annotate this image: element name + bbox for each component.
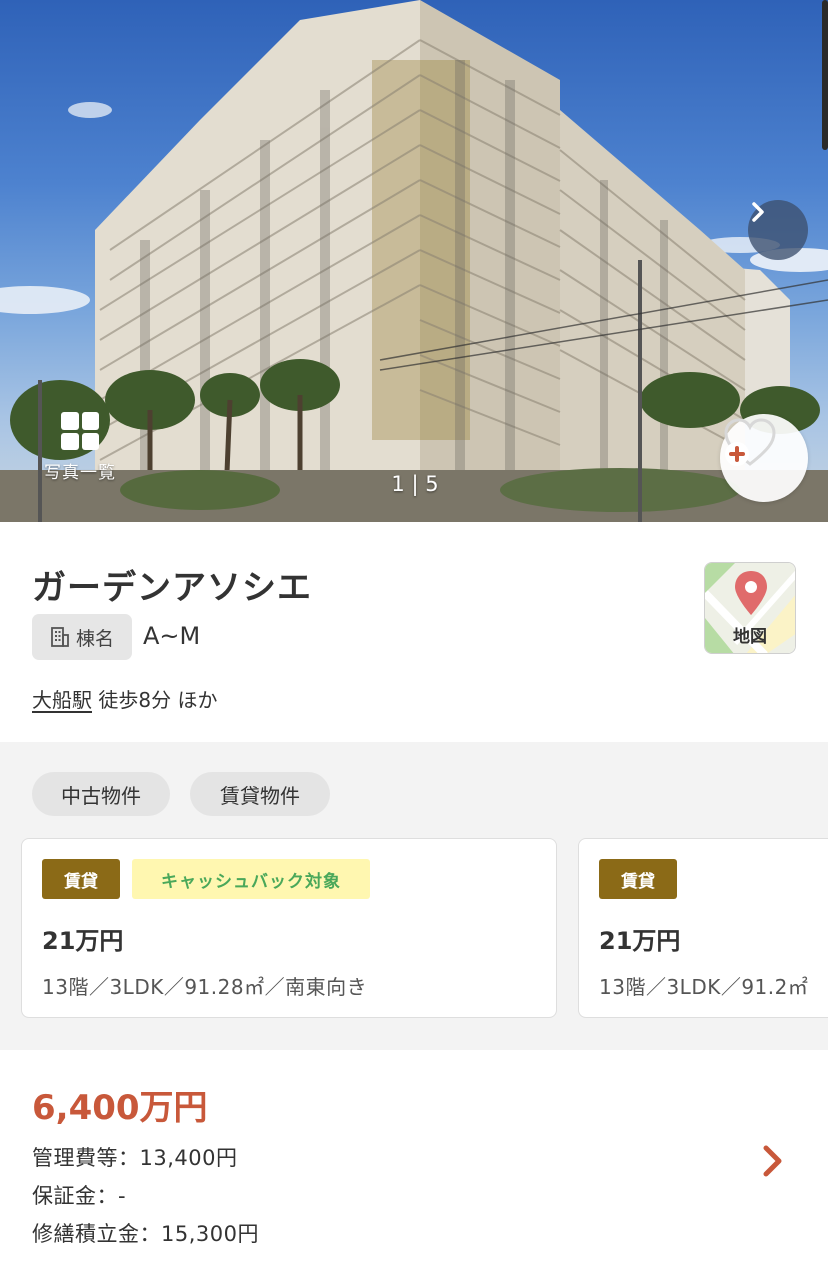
listing-spec: 13階／3LDK／91.2㎡ xyxy=(599,975,809,999)
hero-photo-carousel[interactable]: 写真一覧 1 | 5 xyxy=(0,0,828,522)
listing-price: 21万円 xyxy=(42,927,124,955)
map-label: 地図 xyxy=(733,627,767,647)
building-label-text: 棟名 xyxy=(75,627,114,650)
chevron-right-icon xyxy=(752,202,764,222)
station-link[interactable]: 大船駅 xyxy=(32,688,92,712)
station-access: 大船駅 徒歩8分 ほか xyxy=(32,684,217,713)
listing-card[interactable]: 賃貸 キャッシュバック対象 21万円 13階／3LDK／91.28㎡／南東向き xyxy=(21,838,557,1018)
access-text: 徒歩8分 ほか xyxy=(98,688,218,712)
grid-icon xyxy=(61,412,99,450)
deposit: 保証金：- xyxy=(32,1184,127,1208)
page-scrollbar[interactable] xyxy=(822,0,828,150)
building-name-value: A~M xyxy=(143,622,201,650)
management-fee: 管理費等：13,400円 xyxy=(32,1146,238,1170)
repair-reserve-fee: 修繕積立金：15,300円 xyxy=(32,1222,259,1246)
sale-price: 6,400万円 xyxy=(32,1088,208,1128)
building-photo xyxy=(0,0,828,522)
photo-list-label: 写真一覧 xyxy=(44,463,116,483)
chevron-right-icon[interactable] xyxy=(760,1144,786,1178)
property-name: ガーデンアソシエ xyxy=(32,568,312,608)
cashback-badge: キャッシュバック対象 xyxy=(132,859,370,899)
photo-list-button[interactable]: 写真一覧 xyxy=(38,412,122,483)
building-name-label: 棟名 xyxy=(32,614,132,660)
map-button[interactable]: 地図 xyxy=(704,562,796,654)
next-photo-button[interactable] xyxy=(748,200,808,260)
photo-counter: 1 | 5 xyxy=(391,472,439,496)
listing-price: 21万円 xyxy=(599,927,681,955)
building-icon xyxy=(51,627,69,647)
favorite-button[interactable] xyxy=(720,414,808,502)
rent-badge: 賃貸 xyxy=(599,859,677,899)
listing-card[interactable]: 賃貸 21万円 13階／3LDK／91.2㎡ xyxy=(578,838,828,1018)
rent-badge: 賃貸 xyxy=(42,859,120,899)
tab-rental[interactable]: 賃貸物件 xyxy=(190,772,330,816)
tab-used[interactable]: 中古物件 xyxy=(32,772,170,816)
listing-spec: 13階／3LDK／91.28㎡／南東向き xyxy=(42,975,368,999)
heart-add-icon xyxy=(724,418,776,466)
